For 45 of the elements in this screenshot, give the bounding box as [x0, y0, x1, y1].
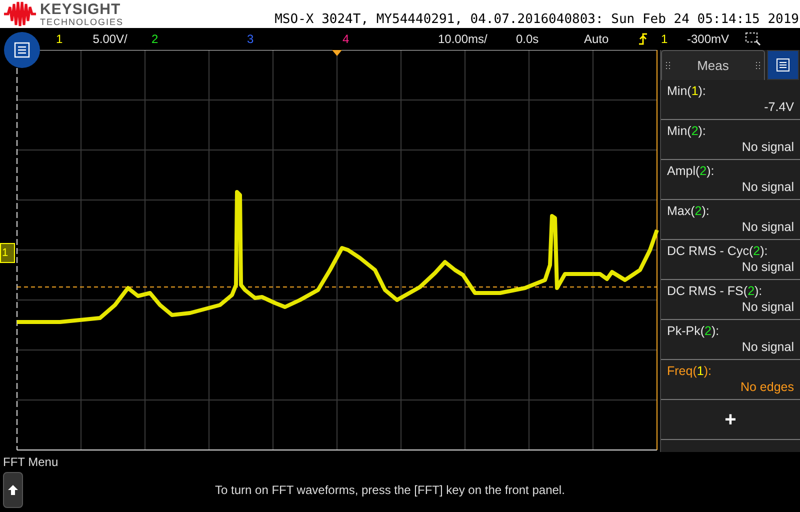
measurement-label: Min(1): [667, 83, 707, 99]
trigger-position-icon [332, 50, 342, 56]
measurement-value: -7.4V [764, 99, 794, 115]
measurement-value: No signal [742, 219, 794, 235]
measurement-value: No signal [742, 339, 794, 355]
brand-subtitle: TECHNOLOGIES [40, 18, 124, 26]
tab-label: Meas [697, 56, 729, 75]
measurement-label: Pk-Pk(2): [667, 323, 720, 339]
vertical-scale[interactable]: 5.00V/ [92, 30, 128, 48]
trigger-mode[interactable]: Auto [584, 30, 638, 48]
up-arrow-icon [8, 485, 18, 495]
brand-name: KEYSIGHT [40, 2, 122, 16]
menu-icon [14, 42, 30, 58]
measurement-label: DC RMS - FS(2): [667, 283, 764, 299]
measurement-label: Ampl(2): [667, 163, 716, 179]
measurement-value: No edges [740, 379, 794, 395]
measurement-value: No signal [742, 179, 794, 195]
main-menu-button[interactable] [4, 32, 40, 68]
zoom-box-icon[interactable] [745, 32, 761, 46]
timebase[interactable]: 10.00ms/ [438, 30, 516, 48]
add-measurement-button[interactable]: + [661, 400, 800, 440]
channel-marker[interactable]: 1 [0, 243, 15, 263]
channel-number[interactable]: 1 [56, 30, 63, 48]
channel-number[interactable]: 3 [247, 30, 254, 48]
meas-tab[interactable]: Meas [661, 50, 765, 80]
channel-number[interactable]: 4 [342, 30, 350, 48]
back-button[interactable] [3, 472, 23, 508]
time-delay[interactable]: 0.0s [516, 30, 584, 48]
channel-number[interactable]: 2 [152, 30, 158, 48]
wave-logo-icon [3, 1, 37, 27]
measurement-value: No signal [742, 299, 794, 315]
menu-icon [776, 58, 790, 72]
measurement-label: Min(2): [667, 123, 707, 139]
menu-title: FFT Menu [2, 454, 60, 471]
trigger-level[interactable]: -300mV [687, 30, 745, 48]
measurement-value: No signal [742, 259, 794, 275]
measurement-label: Max(2): [667, 203, 710, 219]
panel-menu-button[interactable] [767, 50, 799, 80]
menu-message: To turn on FFT waveforms, press the [FFT] key on the front panel. [215, 482, 565, 499]
instrument-title: MSO-X 3024T, MY54440291, 04.07.2016040803: Sun Feb 24 05:14:15 2019 [274, 12, 799, 28]
rising-edge-icon [638, 33, 648, 45]
trigger-source[interactable]: 1 [661, 30, 687, 48]
measurement-label: DC RMS - Cyc(2): [667, 243, 769, 259]
measurement-value: No signal [742, 139, 794, 155]
measurement-label: Freq(1): [667, 363, 712, 379]
